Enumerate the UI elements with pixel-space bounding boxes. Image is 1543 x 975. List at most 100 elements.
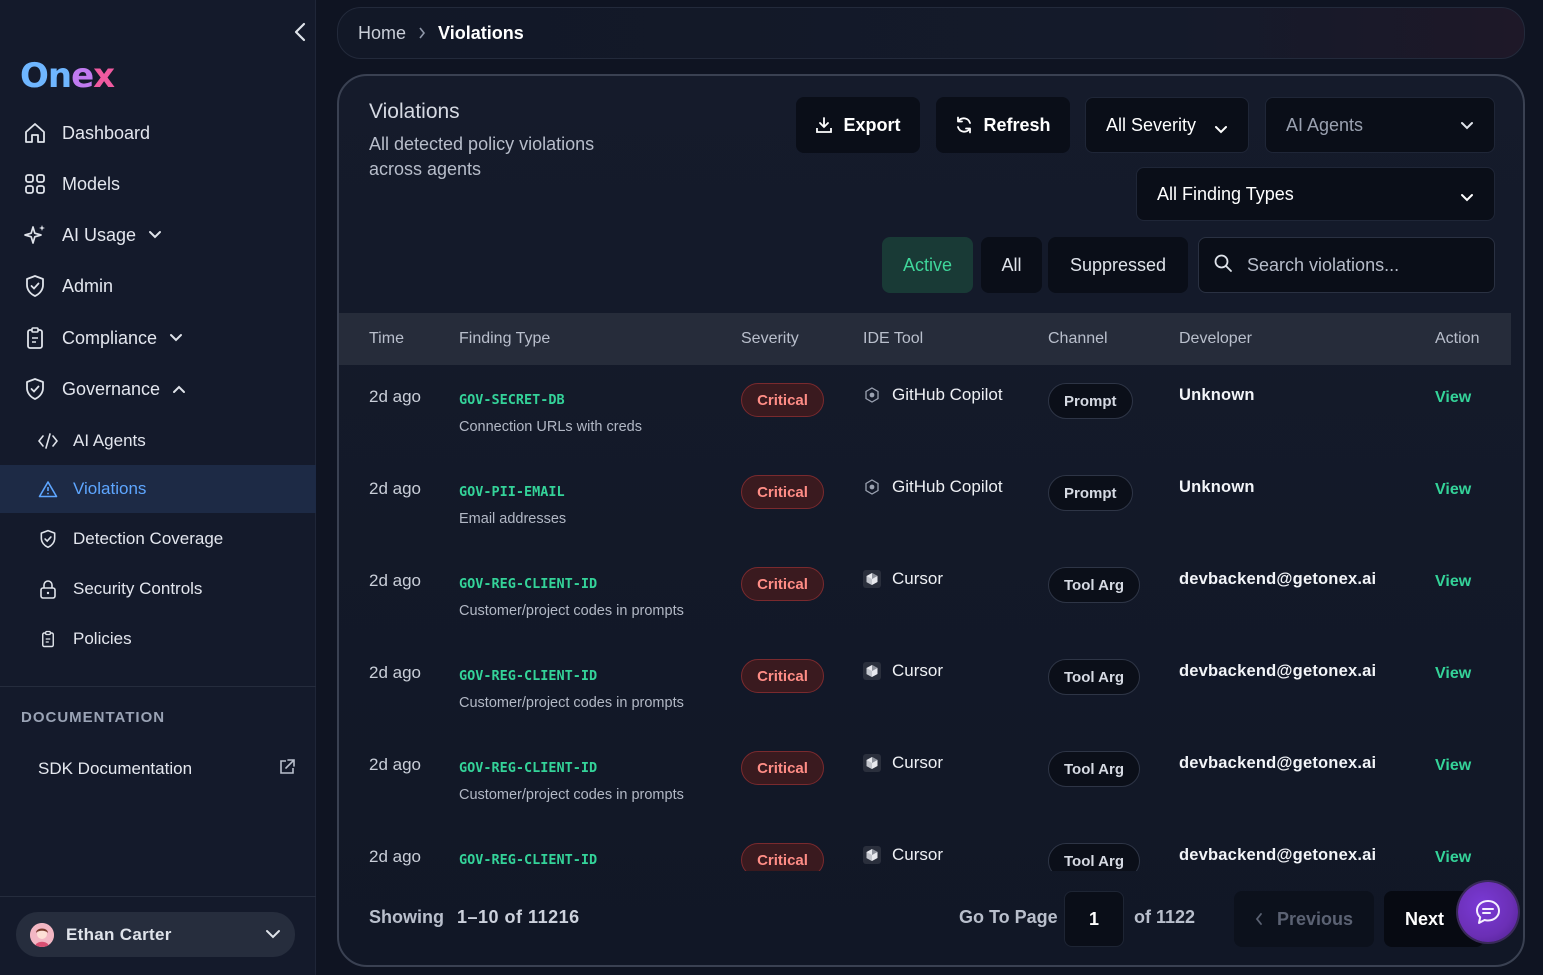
showing-label: Showing <box>369 907 444 927</box>
sidebar-item-label: Models <box>62 173 121 194</box>
refresh-icon <box>955 116 973 134</box>
sidebar-item-label: Admin <box>62 275 114 296</box>
developer-cell: devbackend@getonex.ai <box>1179 846 1377 864</box>
cursor-icon <box>863 846 881 864</box>
warning-icon <box>38 479 58 499</box>
sidebar-item-detection-coverage[interactable]: Detection Coverage <box>0 515 316 563</box>
external-link-icon <box>278 758 296 781</box>
sidebar-item-security-controls[interactable]: Security Controls <box>0 565 316 613</box>
chat-button[interactable] <box>1458 882 1518 942</box>
finding-code: GOV-REG-CLIENT-ID <box>459 852 598 868</box>
table-row: 2d ago GOV-REG-CLIENT-ID Customer/project … <box>339 549 1511 641</box>
developer-cell: Unknown <box>1179 478 1255 496</box>
sidebar-item-governance[interactable]: Governance <box>0 367 316 411</box>
finding-code: GOV-PII-EMAIL <box>459 484 565 500</box>
lock-icon <box>38 579 58 599</box>
search-icon <box>1213 253 1233 278</box>
severity-select-value: All Severity <box>1106 114 1197 135</box>
agents-select-value: AI Agents <box>1286 114 1364 135</box>
ide-tool-label: GitHub Copilot <box>892 477 1003 496</box>
view-link[interactable]: View <box>1435 389 1471 407</box>
documentation-heading: DOCUMENTATION <box>21 709 166 726</box>
view-link[interactable]: View <box>1435 665 1471 683</box>
chevron-right-icon <box>418 27 426 39</box>
ide-tool: GitHub Copilot <box>863 385 1003 405</box>
table-row: 2d ago GOV-REG-CLIENT-ID Customer/project … <box>339 641 1511 733</box>
clipboard-icon <box>38 629 58 649</box>
logo-text: e <box>71 56 94 96</box>
user-menu[interactable]: Ethan Carter <box>16 912 295 957</box>
breadcrumb: Home Violations <box>337 7 1525 59</box>
ide-tool-label: Cursor <box>892 569 944 588</box>
shield-check-icon <box>22 273 48 299</box>
developer-cell: devbackend@getonex.ai <box>1179 570 1377 588</box>
agents-select[interactable]: AI Agents <box>1265 97 1495 153</box>
channel-badge: Prompt <box>1048 383 1133 419</box>
channel-badge: Tool Arg <box>1048 567 1140 603</box>
shield-check-icon <box>22 376 48 402</box>
finding-description: Customer/project codes in prompts <box>459 787 684 803</box>
ide-tool-label: GitHub Copilot <box>892 385 1003 404</box>
chevron-down-icon <box>265 926 281 944</box>
sidebar-item-ai-usage[interactable]: AI Usage <box>0 213 316 257</box>
severity-badge: Critical <box>741 567 824 601</box>
search-input[interactable] <box>1247 254 1487 276</box>
avatar <box>30 922 54 947</box>
developer-cell: devbackend@getonex.ai <box>1179 754 1377 772</box>
shield-icon <box>38 529 58 549</box>
chevron-down-icon <box>1214 119 1228 140</box>
sidebar-item-policies[interactable]: Policies <box>0 615 316 663</box>
channel-badge: Prompt <box>1048 475 1133 511</box>
tab-all[interactable]: All <box>981 237 1042 293</box>
finding-code: GOV-REG-CLIENT-ID <box>459 576 598 592</box>
chat-icon <box>1476 900 1500 924</box>
sidebar-item-dashboard[interactable]: Dashboard <box>0 111 316 155</box>
export-button[interactable]: Export <box>796 97 920 153</box>
clipboard-icon <box>22 325 48 351</box>
page-subtitle: All detected policy violations across ag… <box>369 134 595 179</box>
developer-cell: devbackend@getonex.ai <box>1179 662 1377 680</box>
view-link[interactable]: View <box>1435 849 1471 867</box>
page-title: Violations <box>369 100 460 123</box>
column-header-severity: Severity <box>741 330 799 347</box>
sidebar-item-ai-agents[interactable]: AI Agents <box>0 417 316 465</box>
sdk-documentation-link[interactable]: SDK Documentation <box>38 756 296 782</box>
column-header-finding-type: Finding Type <box>459 330 551 347</box>
page-number-input[interactable]: 1 <box>1064 891 1124 947</box>
violations-card: Violations All detected policy violation… <box>337 74 1525 967</box>
chevron-down-icon <box>1460 115 1474 136</box>
view-link[interactable]: View <box>1435 573 1471 591</box>
collapse-sidebar-button[interactable] <box>288 20 312 44</box>
table-header: Time Finding Type Severity IDE Tool Chan… <box>339 313 1511 365</box>
sidebar-item-label: AI Agents <box>73 431 146 450</box>
sidebar-item-violations[interactable]: Violations <box>0 465 316 513</box>
ide-tool-label: Cursor <box>892 845 944 864</box>
tab-active[interactable]: Active <box>882 237 973 293</box>
onex-logo[interactable]: Onex <box>20 56 115 96</box>
sidebar-item-admin[interactable]: Admin <box>0 264 316 308</box>
ide-tool: GitHub Copilot <box>863 477 1003 497</box>
sidebar-item-compliance[interactable]: Compliance <box>0 316 316 360</box>
severity-badge: Critical <box>741 659 824 693</box>
sidebar-item-models[interactable]: Models <box>0 162 316 206</box>
tab-suppressed[interactable]: Suppressed <box>1048 237 1188 293</box>
sidebar-item-label: Governance <box>62 378 161 399</box>
showing-range: 1–10 of 11216 <box>457 907 580 927</box>
cursor-icon <box>863 754 881 772</box>
previous-button[interactable]: Previous <box>1234 891 1374 947</box>
refresh-button[interactable]: Refresh <box>936 97 1070 153</box>
finding-type-select[interactable]: All Finding Types <box>1136 167 1495 221</box>
severity-select[interactable]: All Severity <box>1085 97 1249 153</box>
view-link[interactable]: View <box>1435 757 1471 775</box>
ide-tool: Cursor <box>863 661 943 681</box>
finding-code: GOV-REG-CLIENT-ID <box>459 668 598 684</box>
chevron-down-icon <box>148 230 162 240</box>
chevron-up-icon <box>172 384 186 394</box>
view-link[interactable]: View <box>1435 481 1471 499</box>
breadcrumb-home[interactable]: Home <box>358 23 406 44</box>
refresh-label: Refresh <box>983 114 1051 135</box>
finding-type-select-value: All Finding Types <box>1157 183 1294 204</box>
logo-text: x <box>93 56 115 96</box>
time-cell: 2d ago <box>369 387 421 406</box>
export-label: Export <box>843 114 901 135</box>
